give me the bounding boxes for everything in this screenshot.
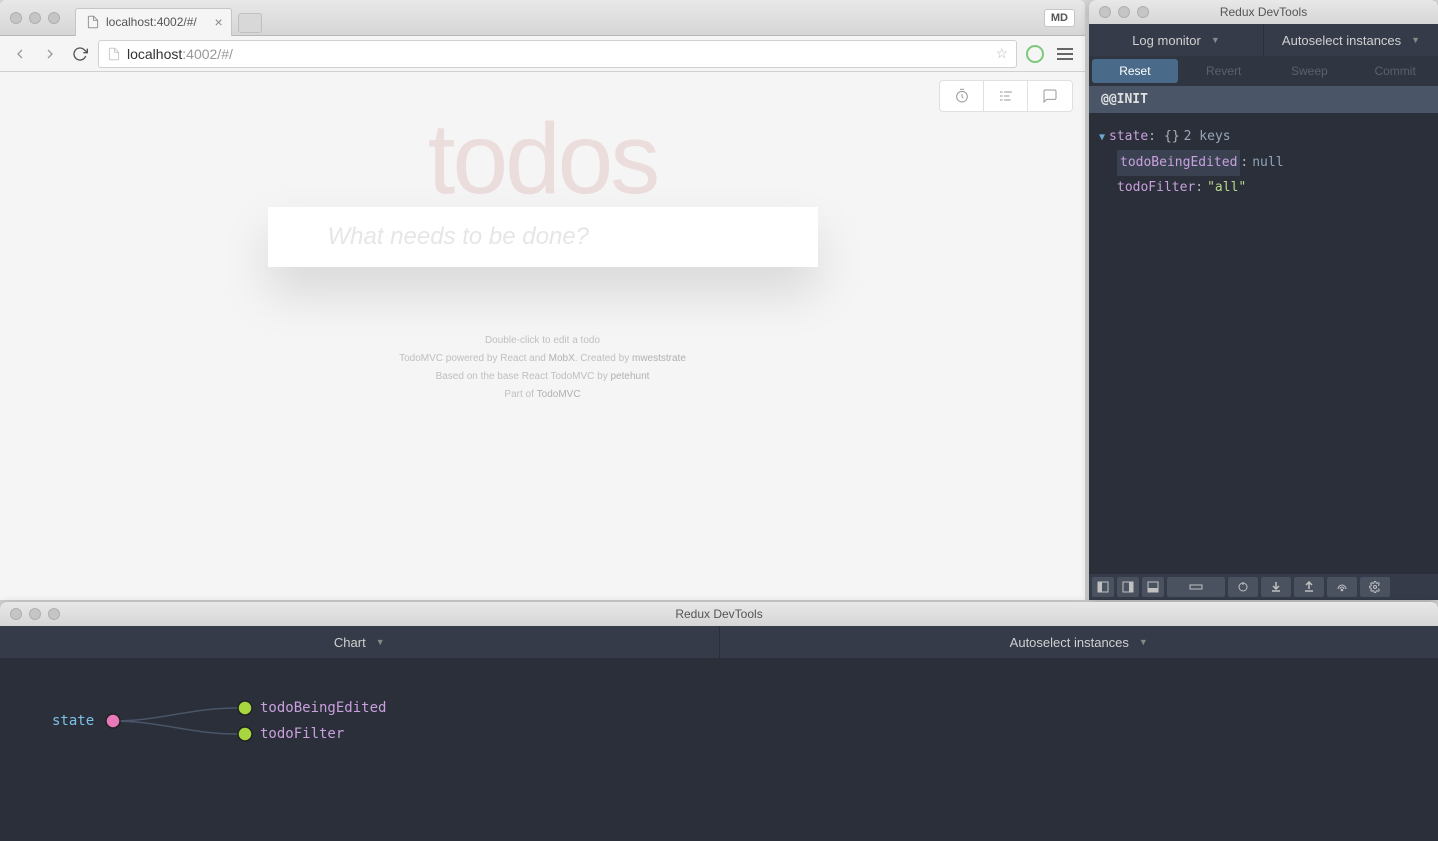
devtools-window-title: Redux DevTools — [1220, 5, 1307, 19]
traffic-lights — [10, 608, 60, 620]
remote-button[interactable] — [1327, 577, 1357, 597]
chart-leaf-node[interactable] — [238, 727, 252, 741]
timer-tool-icon[interactable] — [940, 81, 984, 111]
devtools-titlebar: Redux DevTools — [0, 602, 1438, 626]
devtools-window-title: Redux DevTools — [675, 607, 762, 621]
tree-meta: 2 keys — [1184, 125, 1231, 150]
todos-footer: Double-click to edit a todo TodoMVC powe… — [268, 332, 818, 404]
export-button[interactable] — [1294, 577, 1324, 597]
dispatcher-button[interactable] — [1228, 577, 1258, 597]
todomvc-link[interactable]: TodoMVC — [537, 389, 581, 400]
reset-button[interactable]: Reset — [1092, 59, 1178, 83]
state-chart[interactable]: state todoBeingEdited todoFilter — [0, 658, 1438, 841]
chevron-down-icon: ▼ — [1211, 35, 1220, 45]
slider-button[interactable] — [1167, 577, 1225, 597]
chevron-down-icon: ▼ — [1411, 35, 1420, 45]
footer-hint: Double-click to edit a todo — [268, 332, 818, 350]
mobx-link[interactable]: MobX — [549, 353, 575, 364]
redux-extension-icon[interactable] — [1023, 42, 1047, 66]
devtools-bottom-toolbar — [1089, 574, 1438, 600]
new-tab-button[interactable] — [238, 13, 262, 33]
collapse-arrow-icon[interactable]: ▼ — [1099, 128, 1105, 147]
bookmark-star-icon[interactable]: ☆ — [995, 45, 1008, 62]
devtools-header: Log monitor▼ Autoselect instances▼ — [1089, 24, 1438, 56]
chevron-down-icon: ▼ — [376, 637, 385, 647]
close-window-button[interactable] — [10, 12, 22, 24]
browser-toolbar: localhost:4002/#/ ☆ — [0, 36, 1085, 72]
minimize-window-button[interactable] — [1118, 6, 1130, 18]
browser-tab[interactable]: localhost:4002/#/ × — [75, 8, 232, 36]
forward-button[interactable] — [38, 42, 62, 66]
todos-app: todos Double-click to edit a todo TodoMV… — [268, 102, 818, 404]
revert-button[interactable]: Revert — [1181, 56, 1267, 86]
chart-leaf-node[interactable] — [238, 701, 252, 715]
dock-right-button[interactable] — [1117, 577, 1139, 597]
monitor-selector[interactable]: Log monitor▼ — [1089, 24, 1264, 56]
commit-button[interactable]: Commit — [1352, 56, 1438, 86]
file-icon — [86, 15, 100, 29]
chart-leaf-label: todoBeingEdited — [260, 700, 386, 716]
author-link[interactable]: mweststrate — [632, 353, 686, 364]
mobx-devtools-toolbar — [939, 80, 1073, 112]
settings-button[interactable] — [1360, 577, 1390, 597]
tab-close-button[interactable]: × — [215, 14, 223, 30]
todo-input-container — [268, 207, 818, 267]
tree-key: todoFilter — [1117, 176, 1195, 201]
menu-button[interactable] — [1053, 44, 1077, 64]
url-bar[interactable]: localhost:4002/#/ ☆ — [98, 40, 1017, 68]
import-button[interactable] — [1261, 577, 1291, 597]
maximize-window-button[interactable] — [48, 12, 60, 24]
maximize-window-button[interactable] — [1137, 6, 1149, 18]
sweep-button[interactable]: Sweep — [1267, 56, 1353, 86]
instance-selector[interactable]: Autoselect instances▼ — [1264, 24, 1438, 56]
extension-md-badge[interactable]: MD — [1044, 9, 1075, 27]
redux-devtools-chart-panel: Redux DevTools Chart▼ Autoselect instanc… — [0, 602, 1438, 841]
devtools-action-bar: Reset Revert Sweep Commit — [1089, 56, 1438, 86]
devtools-header: Chart▼ Autoselect instances▼ — [0, 626, 1438, 658]
footer-credits-1: TodoMVC powered by React and MobX. Creat… — [268, 350, 818, 368]
maximize-window-button[interactable] — [48, 608, 60, 620]
tree-tool-icon[interactable] — [984, 81, 1028, 111]
tree-value: null — [1252, 151, 1283, 176]
close-window-button[interactable] — [10, 608, 22, 620]
tree-key: state — [1109, 125, 1148, 150]
url-text: localhost:4002/#/ — [127, 46, 233, 62]
page-icon — [107, 47, 121, 61]
chart-root-node[interactable] — [106, 714, 120, 728]
tree-entry-row[interactable]: todoFilter: "all" — [1099, 176, 1428, 201]
minimize-window-button[interactable] — [29, 608, 41, 620]
tree-value: "all" — [1207, 176, 1246, 201]
reload-button[interactable] — [68, 42, 92, 66]
back-button[interactable] — [8, 42, 32, 66]
footer-credits-3: Part of TodoMVC — [268, 386, 818, 404]
tree-entry-row[interactable]: todoBeingEdited: null — [1099, 150, 1428, 177]
log-tool-icon[interactable] — [1028, 81, 1072, 111]
dock-left-button[interactable] — [1092, 577, 1114, 597]
minimize-window-button[interactable] — [29, 12, 41, 24]
instance-selector[interactable]: Autoselect instances▼ — [720, 626, 1438, 658]
browser-titlebar: localhost:4002/#/ × MD — [0, 0, 1085, 36]
devtools-titlebar: Redux DevTools — [1089, 0, 1438, 24]
dock-bottom-button[interactable] — [1142, 577, 1164, 597]
traffic-lights — [10, 12, 60, 24]
todos-title: todos — [268, 102, 818, 217]
new-todo-input[interactable] — [268, 207, 818, 267]
chart-leaf-label: todoFilter — [260, 726, 344, 742]
state-tree: ▼ state: {} 2 keys todoBeingEdited: null… — [1089, 113, 1438, 574]
chart-root-label: state — [52, 713, 94, 729]
monitor-selector[interactable]: Chart▼ — [0, 626, 720, 658]
chevron-down-icon: ▼ — [1139, 637, 1148, 647]
action-init-row[interactable]: @@INIT — [1089, 86, 1438, 113]
traffic-lights — [1099, 6, 1149, 18]
tree-key: todoBeingEdited — [1117, 150, 1240, 177]
tab-title: localhost:4002/#/ — [106, 15, 197, 29]
footer-credits-2: Based on the base React TodoMVC by peteh… — [268, 368, 818, 386]
redux-devtools-panel: Redux DevTools Log monitor▼ Autoselect i… — [1089, 0, 1438, 600]
browser-window: localhost:4002/#/ × MD localhost:4002/#/… — [0, 0, 1085, 600]
page-content: todos Double-click to edit a todo TodoMV… — [0, 72, 1085, 600]
petehunt-link[interactable]: petehunt — [610, 371, 649, 382]
tree-root-row[interactable]: ▼ state: {} 2 keys — [1099, 125, 1428, 150]
close-window-button[interactable] — [1099, 6, 1111, 18]
